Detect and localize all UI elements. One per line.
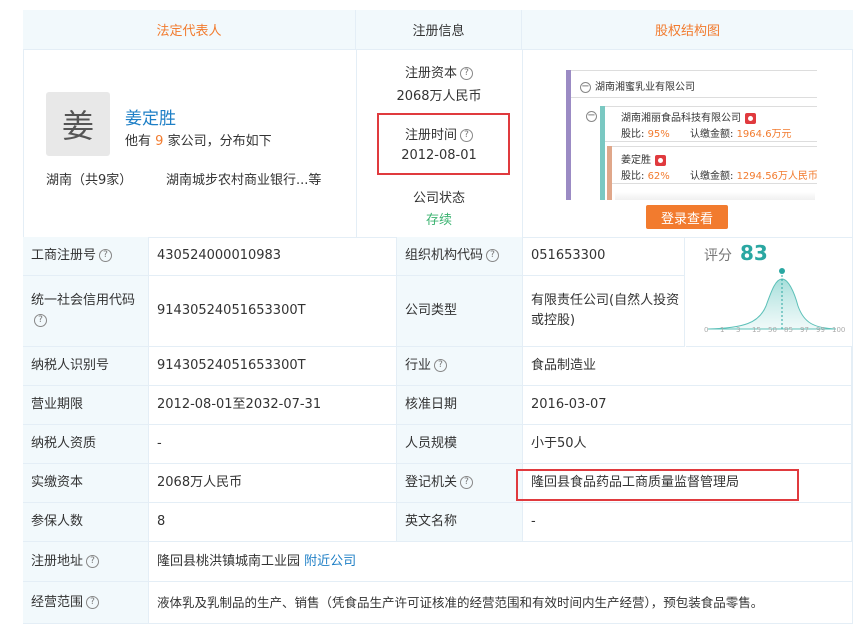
row-label: 实缴资本 (23, 464, 149, 503)
capital-label: 注册资本? (356, 62, 522, 81)
row-value: 91430524051653300T (149, 347, 397, 386)
row-label: 英文名称 (397, 503, 523, 542)
score-tick: 50 (768, 326, 777, 334)
score-tick: 15 (752, 326, 761, 334)
help-icon: ? (460, 67, 473, 80)
status-value: 存续 (425, 213, 452, 228)
row-label: 参保人数 (23, 503, 149, 542)
row-label: 工商注册号? (23, 237, 149, 276)
collapse-icon: − (586, 110, 597, 122)
flag-icon (655, 154, 666, 166)
person-name[interactable]: 姜定胜 (125, 104, 176, 129)
avatar: 姜 (46, 92, 110, 156)
row-label: 核准日期 (397, 386, 523, 425)
help-icon[interactable]: ? (99, 249, 113, 262)
row-label: 人员规模 (397, 425, 523, 464)
row-value: 91430524051653300T (149, 276, 397, 347)
reg-info-header: 注册信息 (356, 10, 522, 50)
row-value: 食品制造业 (523, 347, 852, 386)
company-list-link[interactable]: 湖南城步农村商业银行...等 (166, 169, 321, 188)
help-icon[interactable]: ? (34, 314, 47, 327)
region-count: 湖南（共9家） (46, 173, 133, 188)
help-icon[interactable]: ? (486, 249, 500, 262)
address-value: 隆回县桃洪镇城南工业园 附近公司 (149, 542, 853, 582)
capital-value: 2068万人民币 (396, 89, 482, 104)
score-tick: 0 (704, 326, 709, 334)
score-tick: 99 (816, 326, 825, 334)
row-value: 有限责任公司(自然人投资或控股) (523, 276, 685, 347)
row-label: 统一社会信用代码? (23, 276, 149, 347)
equity-child2-name[interactable]: 姜定胜 (621, 151, 666, 166)
row-value: 8 (149, 503, 397, 542)
row-value: 430524000010983 (149, 237, 397, 276)
row-label: 登记机关? (397, 464, 523, 503)
row-label: 行业? (397, 347, 523, 386)
highlight-reg-time (377, 113, 510, 175)
row-label: 公司类型 (397, 276, 523, 347)
row-value: 小于50人 (523, 425, 852, 464)
equity-root[interactable]: − 湖南湘蜜乳业有限公司 (580, 78, 695, 93)
collapse-icon: − (580, 80, 591, 93)
score-tick: 100 (832, 326, 846, 334)
company-count: 9 (155, 134, 164, 149)
row-label: 组织机构代码? (397, 237, 523, 276)
equity-child2-amount: 认缴金额: 1294.56万人民币 (690, 171, 818, 182)
equity-header: 股权结构图 (522, 10, 853, 50)
equity-child1-ratio: 股比: 95% (621, 129, 670, 140)
scope-label: 经营范围? (23, 582, 149, 624)
help-icon[interactable]: ? (460, 476, 474, 489)
help-icon[interactable]: ? (434, 359, 448, 372)
scope-value: 液体乳及乳制品的生产、销售（凭食品生产许可证核准的经营范围和有效时间内生产经营）… (149, 582, 853, 624)
row-label: 纳税人识别号 (23, 347, 149, 386)
score-tick: 1 (720, 326, 725, 334)
score-tick: 3 (736, 326, 741, 334)
row-label: 营业期限 (23, 386, 149, 425)
legal-rep-header: 法定代表人 (23, 10, 356, 50)
score-tick: 85 (784, 326, 793, 334)
score-widget: 评分 83 0 1 3 15 50 85 97 99 100 (686, 237, 853, 347)
row-value: - (523, 503, 852, 542)
row-label: 纳税人资质 (23, 425, 149, 464)
row-value: 2016-03-07 (523, 386, 852, 425)
row-value: 2068万人民币 (149, 464, 397, 503)
equity-child2-ratio: 股比: 62% (621, 171, 670, 182)
equity-child1-name[interactable]: 湖南湘丽食品科技有限公司 (621, 109, 756, 124)
company-count-text: 他有 9 家公司，分布如下 (125, 134, 272, 149)
status-label: 公司状态 (412, 191, 465, 206)
row-value: 2012-08-01至2032-07-31 (149, 386, 397, 425)
row-value: - (149, 425, 397, 464)
equity-child1-amount: 认缴金额: 1964.6万元 (690, 129, 792, 140)
login-button[interactable]: 登录查看 (646, 205, 728, 229)
flag-icon (745, 112, 756, 124)
help-icon[interactable]: ? (86, 596, 100, 609)
help-icon[interactable]: ? (86, 555, 100, 568)
highlight-reg-authority (516, 469, 799, 501)
equity-child1[interactable]: − (586, 111, 601, 123)
nearby-link[interactable]: 附近公司 (304, 552, 356, 572)
score-tick: 97 (800, 326, 809, 334)
row-value: 051653300 (523, 237, 685, 276)
address-label: 注册地址? (23, 542, 149, 582)
